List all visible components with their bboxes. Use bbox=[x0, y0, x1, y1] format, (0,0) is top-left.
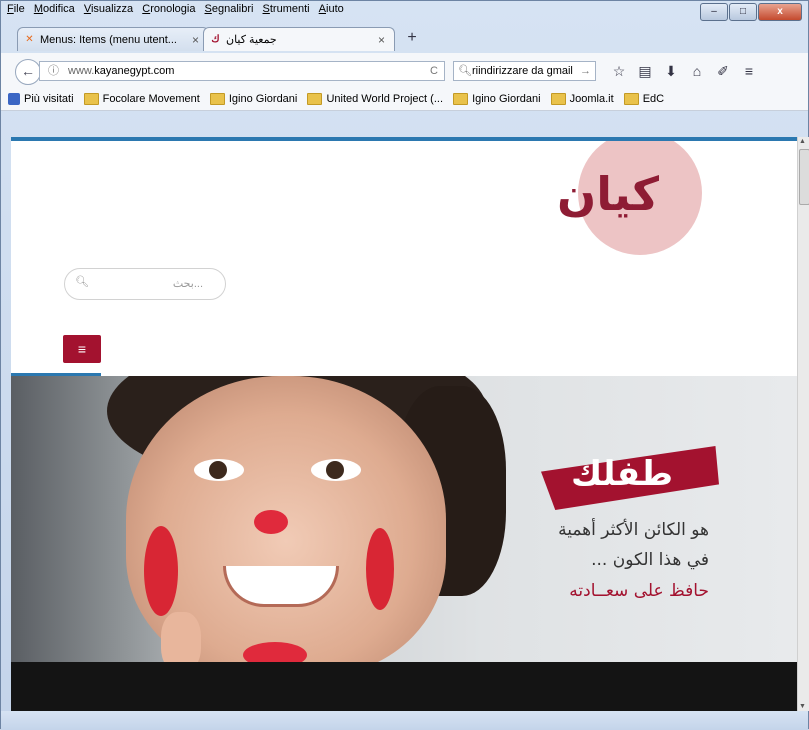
menu-file[interactable]: File bbox=[7, 3, 25, 15]
bookmark-label: Igino Giordani bbox=[228, 93, 298, 105]
bookmark-igino-giordani-2[interactable]: Igino Giordani bbox=[453, 88, 541, 110]
folder-icon bbox=[623, 93, 639, 105]
navigation-toolbar: ← ⓘ www.kayanegypt.com C 🔍︎ riindirizzar… bbox=[1, 53, 808, 88]
search-go-icon[interactable]: → bbox=[580, 62, 591, 80]
search-icon: 🔍︎ bbox=[75, 276, 89, 288]
folder-icon bbox=[307, 93, 323, 105]
hero-ribbon-text: طفلك bbox=[571, 454, 674, 494]
url-text: www.kayanegypt.com bbox=[68, 62, 174, 80]
bookmark-igino-giordani-1[interactable]: Igino Giordani bbox=[209, 88, 298, 110]
bookmark-label: Igino Giordani bbox=[472, 93, 541, 105]
hamburger-menu-icon[interactable]: ≡ bbox=[736, 61, 762, 81]
folder-icon bbox=[83, 93, 99, 105]
url-prefix: www. bbox=[68, 65, 95, 77]
toolbar-icons: ☆ ▤ ⬇ ⌂ ✐ ≡ bbox=[606, 61, 762, 81]
folder-icon bbox=[209, 93, 225, 105]
site-logo[interactable]: كيان bbox=[557, 167, 659, 221]
url-bar[interactable]: ⓘ www.kayanegypt.com C bbox=[39, 61, 445, 81]
menu-segnalibri[interactable]: Segnalibri bbox=[205, 3, 254, 15]
reading-list-icon[interactable]: ▤ bbox=[632, 61, 658, 81]
home-icon[interactable]: ⌂ bbox=[684, 61, 710, 81]
site-search-input[interactable]: 🔍︎ بحث... bbox=[64, 268, 226, 300]
folder-icon bbox=[453, 93, 469, 105]
joomla-icon: ✕ bbox=[25, 34, 34, 45]
bookmark-label: Joomla.it bbox=[569, 93, 614, 105]
close-button[interactable]: x bbox=[758, 3, 802, 21]
vertical-scrollbar[interactable]: ▲ ▼ bbox=[797, 137, 809, 711]
tab-joomla-menus[interactable]: ✕ Menus: Items (menu utent... × bbox=[17, 27, 209, 51]
scroll-up-icon[interactable]: ▲ bbox=[799, 138, 806, 145]
menu-strumenti[interactable]: Strumenti bbox=[263, 3, 310, 15]
window-controls: – □ x bbox=[699, 3, 802, 21]
bookmark-focolare[interactable]: Focolare Movement bbox=[83, 88, 200, 110]
bookmark-label: United World Project (... bbox=[326, 93, 443, 105]
tab-close-icon[interactable]: × bbox=[192, 28, 199, 52]
browser-window: File Modifica Visualizza Cronologia Segn… bbox=[0, 0, 809, 730]
download-icon[interactable]: ⬇ bbox=[658, 61, 684, 81]
bookmark-icon bbox=[8, 93, 20, 105]
tab-label: Menus: Items (menu utent... bbox=[40, 34, 177, 46]
hero-eye-right bbox=[311, 459, 361, 481]
hero-nose-paint bbox=[254, 510, 288, 534]
menu-bar: File Modifica Visualizza Cronologia Segn… bbox=[1, 1, 808, 19]
tab-label: جمعية كيان bbox=[226, 34, 277, 46]
info-icon[interactable]: ⓘ bbox=[48, 62, 59, 80]
menu-cronologia[interactable]: Cronologia bbox=[142, 3, 195, 15]
minimize-button[interactable]: – bbox=[700, 3, 728, 21]
page-content: كيان 🔍︎ بحث... ≡ طفلك هو الكائن الأكثر أ… bbox=[11, 137, 797, 711]
url-domain: kayanegypt.com bbox=[94, 65, 175, 77]
bookmark-piu-visitati[interactable]: Più visitati bbox=[8, 88, 74, 110]
hero-chin-paint bbox=[243, 642, 307, 662]
new-tab-button[interactable]: + bbox=[401, 27, 423, 49]
hero-line-1: هو الكائن الأكثر أهمية bbox=[558, 520, 709, 540]
bookmarks-bar: Più visitati Focolare Movement Igino Gio… bbox=[1, 88, 808, 111]
search-placeholder: بحث... bbox=[172, 278, 203, 290]
tab-kayan[interactable]: ك جمعية كيان × bbox=[203, 27, 395, 51]
window-bottom-frame bbox=[1, 711, 808, 730]
bookmark-united-world[interactable]: United World Project (... bbox=[307, 88, 443, 110]
hero-eye-left bbox=[194, 459, 244, 481]
scroll-down-icon[interactable]: ▼ bbox=[799, 703, 806, 710]
hamburger-menu-button[interactable]: ≡ bbox=[63, 335, 101, 363]
back-button[interactable]: ← bbox=[15, 59, 41, 85]
maximize-button[interactable]: □ bbox=[729, 3, 757, 21]
hero-line-2: في هذا الكون ... bbox=[591, 550, 709, 570]
tab-close-icon[interactable]: × bbox=[378, 28, 385, 52]
hero-line-3: حافظ على سعــادته bbox=[569, 581, 709, 601]
bookmark-joomla[interactable]: Joomla.it bbox=[550, 88, 614, 110]
kayan-icon: ك bbox=[211, 34, 220, 45]
bookmark-star-icon[interactable]: ☆ bbox=[606, 61, 632, 81]
hero-cheek-paint-left bbox=[144, 526, 178, 616]
reload-icon[interactable]: C bbox=[430, 62, 438, 80]
menu-visualizza[interactable]: Visualizza bbox=[84, 3, 133, 15]
bookmark-label: Più visitati bbox=[24, 93, 74, 105]
menu-modifica[interactable]: Modifica bbox=[34, 3, 75, 15]
search-icon: 🔍︎ bbox=[458, 65, 472, 77]
hero-banner: طفلك هو الكائن الأكثر أهمية في هذا الكون… bbox=[11, 376, 797, 662]
hero-hand bbox=[161, 612, 201, 662]
search-value: riindirizzare da gmail bbox=[472, 65, 573, 77]
search-input[interactable]: 🔍︎ riindirizzare da gmail → bbox=[453, 61, 596, 81]
bookmark-label: Focolare Movement bbox=[102, 93, 200, 105]
bookmark-label: EdC bbox=[642, 93, 665, 105]
scrollbar-thumb[interactable] bbox=[799, 149, 809, 205]
bookmark-edc[interactable]: EdC bbox=[623, 88, 665, 110]
dark-section bbox=[11, 662, 797, 711]
extension-icon[interactable]: ✐ bbox=[710, 61, 736, 81]
tab-strip: ✕ Menus: Items (menu utent... × ك جمعية … bbox=[17, 27, 423, 53]
menu-aiuto[interactable]: Aiuto bbox=[319, 3, 344, 15]
hero-cheek-paint-right bbox=[366, 528, 394, 610]
folder-icon bbox=[550, 93, 566, 105]
